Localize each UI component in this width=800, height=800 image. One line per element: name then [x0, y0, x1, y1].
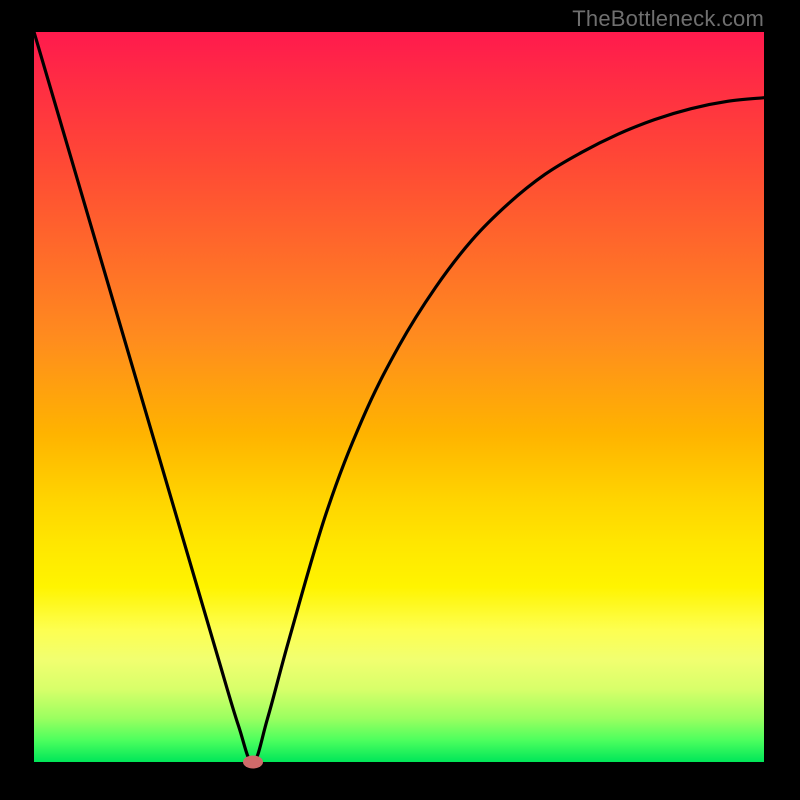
- curve-svg: [34, 32, 764, 762]
- bottleneck-curve: [34, 32, 764, 762]
- chart-frame: TheBottleneck.com: [0, 0, 800, 800]
- watermark-text: TheBottleneck.com: [572, 6, 764, 32]
- minimum-marker: [243, 756, 263, 769]
- plot-area: [34, 32, 764, 762]
